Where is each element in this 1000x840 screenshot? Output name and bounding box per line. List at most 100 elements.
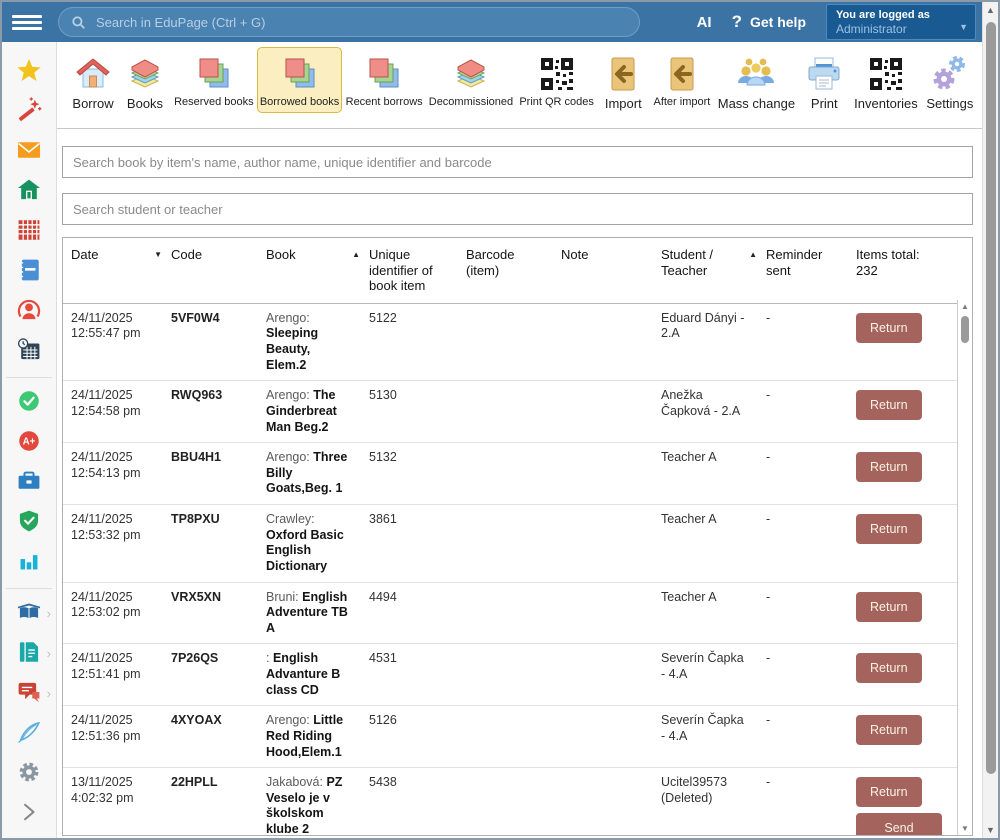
column-header-reminder-sent[interactable]: Reminder sent xyxy=(758,238,848,303)
sidebar-item-creative-pen[interactable] xyxy=(9,714,49,754)
column-header-label: Reminder sent xyxy=(766,247,822,278)
return-button[interactable]: Return xyxy=(856,653,922,683)
toolbar-item-borrowed-books[interactable]: Borrowed books xyxy=(257,47,343,113)
cell-unique-identifier: 5122 xyxy=(361,304,458,381)
sidebar-item-planner[interactable] xyxy=(9,332,49,372)
grades-icon: A+ xyxy=(16,428,42,459)
cell-reminder-sent: - xyxy=(758,443,848,504)
cell-actions: Return xyxy=(848,583,972,644)
cell-student-teacher: Ucitel39573 (Deleted) xyxy=(653,768,758,835)
table-scrollbar[interactable]: ▲ ▼ xyxy=(957,300,972,835)
page-scroll-down-icon[interactable]: ▼ xyxy=(983,825,998,835)
column-header-label: Note xyxy=(561,247,588,262)
sidebar-item-library[interactable]: › xyxy=(9,594,49,634)
toolbar-item-reserved-books[interactable]: Reserved books xyxy=(171,47,257,113)
sidebar-item-grades[interactable]: A+ xyxy=(9,423,49,463)
toolbar-item-print[interactable]: Print xyxy=(798,47,850,116)
toolbar-item-decommissioned[interactable]: Decommissioned xyxy=(426,47,516,113)
column-header-book[interactable]: Book▲ xyxy=(258,238,361,303)
toolbar-item-settings[interactable]: Settings xyxy=(922,47,978,116)
printer-icon xyxy=(804,53,844,95)
scroll-up-icon[interactable]: ▲ xyxy=(958,302,972,311)
cell-actions: Return xyxy=(848,304,972,381)
user-menu[interactable]: You are logged as Administrator ▼ xyxy=(826,4,976,40)
return-button[interactable]: Return xyxy=(856,452,922,482)
sidebar-item-classbook[interactable] xyxy=(9,252,49,292)
return-button[interactable]: Return xyxy=(856,715,922,745)
book-title: Oxford Basic English Dictionary xyxy=(266,528,344,573)
cell-actions: Return xyxy=(848,706,972,767)
layered-books-icon xyxy=(364,53,404,95)
toolbar-item-print-qr-codes[interactable]: Print QR codes xyxy=(516,47,597,113)
cell-reminder-sent: - xyxy=(758,381,848,442)
toolbar-item-after-import[interactable]: After import xyxy=(649,47,714,113)
send-reminder-button[interactable]: Send reminder xyxy=(856,813,942,835)
global-search[interactable] xyxy=(58,7,640,37)
global-search-input[interactable] xyxy=(94,14,627,31)
sidebar-item-expand-chevron[interactable] xyxy=(9,794,49,834)
borrowed-books-table: Date▼CodeBook▲Unique identifier of book … xyxy=(62,237,973,836)
column-header-unique-identifier-of-book-item[interactable]: Unique identifier of book item xyxy=(361,238,458,303)
chevron-right-icon: › xyxy=(47,606,51,621)
books-stack-icon xyxy=(125,53,165,95)
return-button[interactable]: Return xyxy=(856,777,922,807)
qr-code-icon xyxy=(866,53,906,95)
magic-wand-icon xyxy=(16,97,42,128)
scroll-down-icon[interactable]: ▼ xyxy=(958,824,972,833)
books-stack-icon xyxy=(451,53,491,95)
sidebar-item-agenda[interactable] xyxy=(9,463,49,503)
column-header-code[interactable]: Code xyxy=(163,238,258,303)
return-button[interactable]: Return xyxy=(856,592,922,622)
toolbar-item-mass-change[interactable]: Mass change xyxy=(715,47,799,116)
sidebar-item-messages[interactable]: › xyxy=(9,674,49,714)
table-scrollbar-thumb[interactable] xyxy=(961,316,969,343)
page-scrollbar-thumb[interactable] xyxy=(986,22,996,774)
table-row: 24/11/2025 12:53:32 pmTP8PXUCrawley: Oxf… xyxy=(63,505,972,583)
toolbar-item-books[interactable]: Books xyxy=(119,47,171,116)
book-author: Arengo: xyxy=(266,311,310,325)
sidebar-item-magic-wand[interactable] xyxy=(9,92,49,132)
sidebar-item-profile[interactable] xyxy=(9,292,49,332)
cell-book: Arengo: Sleeping Beauty, Elem.2 xyxy=(258,304,361,381)
toolbar-item-import[interactable]: Import xyxy=(597,47,649,116)
cell-book: Arengo: Three Billy Goats,Beg. 1 xyxy=(258,443,361,504)
page-scrollbar[interactable]: ▲ ▼ xyxy=(982,2,998,838)
chevron-down-icon: ▼ xyxy=(959,22,968,32)
cell-reminder-sent: - xyxy=(758,768,848,835)
toolbar-item-inventories[interactable]: Inventories xyxy=(850,47,921,116)
sidebar-item-mail[interactable] xyxy=(9,132,49,172)
cell-unique-identifier: 5130 xyxy=(361,381,458,442)
sidebar-item-attendance[interactable] xyxy=(9,383,49,423)
cell-book: : English Advanture B class CD xyxy=(258,644,361,705)
hamburger-menu-icon[interactable] xyxy=(12,10,42,34)
sidebar-item-home[interactable] xyxy=(9,172,49,212)
sidebar-item-admin-shield[interactable] xyxy=(9,503,49,543)
column-header-barcode-item-[interactable]: Barcode (item) xyxy=(458,238,553,303)
column-header-note[interactable]: Note xyxy=(553,238,653,303)
page-scroll-up-icon[interactable]: ▲ xyxy=(983,5,998,15)
return-button[interactable]: Return xyxy=(856,313,922,343)
return-button[interactable]: Return xyxy=(856,390,922,420)
person-search-input[interactable] xyxy=(62,193,973,225)
sidebar-item-results-chart[interactable] xyxy=(9,543,49,583)
ai-button[interactable]: AI xyxy=(697,14,712,31)
cell-actions: Return xyxy=(848,644,972,705)
book-search-input[interactable] xyxy=(62,146,973,178)
column-header-student-teacher[interactable]: Student / Teacher▲ xyxy=(653,238,758,303)
column-header-date[interactable]: Date▼ xyxy=(63,238,163,303)
sidebar-item-notes[interactable]: › xyxy=(9,634,49,674)
cell-student-teacher: Eduard Dányi - 2.A xyxy=(653,304,758,381)
main-panel: BorrowBooksReserved booksBorrowed booksR… xyxy=(57,42,982,838)
sidebar-item-star[interactable] xyxy=(9,52,49,92)
book-author: Jakabová: xyxy=(266,775,323,789)
toolbar-item-recent-borrows[interactable]: Recent borrows xyxy=(342,47,425,113)
return-button[interactable]: Return xyxy=(856,514,922,544)
get-help-button[interactable]: ? Get help xyxy=(732,12,806,32)
sidebar-item-timetable[interactable] xyxy=(9,212,49,252)
toolbar-item-borrow[interactable]: Borrow xyxy=(67,47,119,116)
cell-student-teacher: Teacher A xyxy=(653,583,758,644)
mass-change-people-icon xyxy=(736,53,776,95)
cell-date: 24/11/2025 12:51:36 pm xyxy=(63,706,163,767)
sidebar-item-settings-gear[interactable] xyxy=(9,754,49,794)
cell-code: 7P26QS xyxy=(163,644,258,705)
